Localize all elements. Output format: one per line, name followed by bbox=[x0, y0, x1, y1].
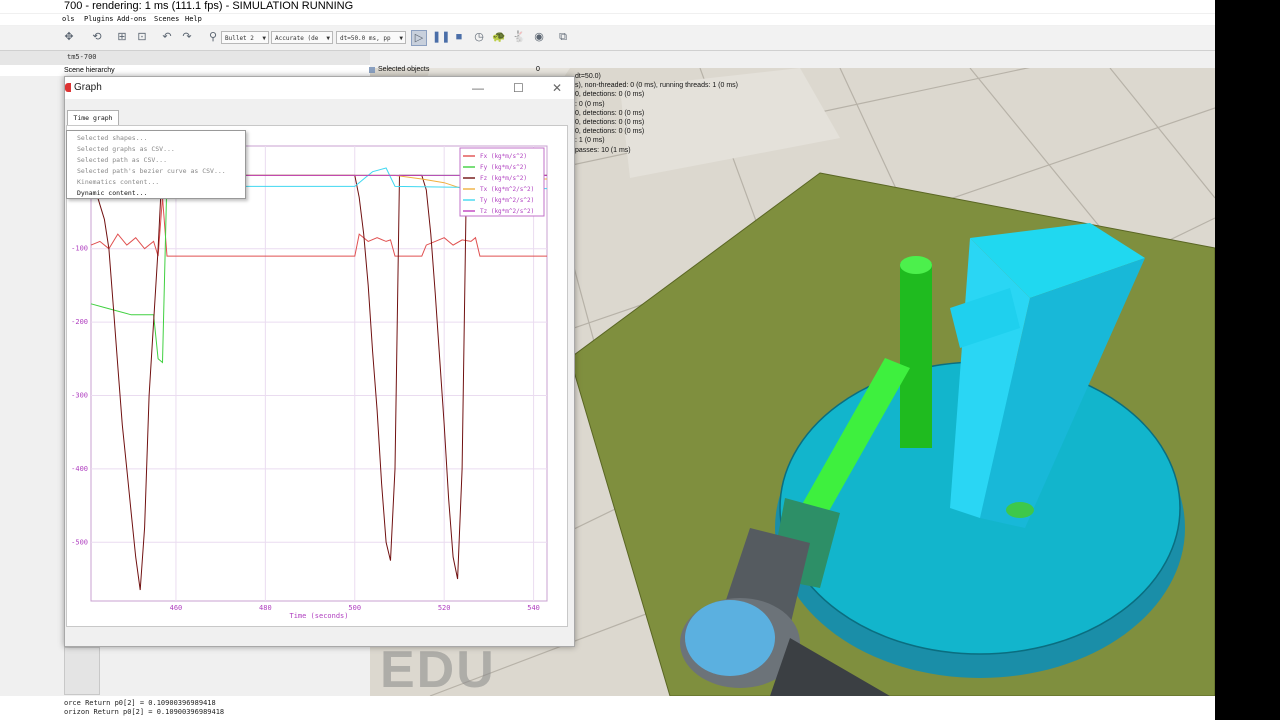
undo-icon[interactable]: ↶ bbox=[160, 30, 174, 44]
selected-objects-count: 0 bbox=[536, 66, 540, 73]
menu-item-bezier-csv[interactable]: Selected path's bezier curve as CSV... bbox=[77, 167, 226, 175]
menu-item-kinematics[interactable]: Kinematics content... bbox=[77, 178, 159, 186]
chevron-down-icon: ▼ bbox=[399, 35, 403, 42]
fast-icon[interactable]: 🐇 bbox=[512, 30, 526, 44]
close-icon[interactable]: ✕ bbox=[552, 80, 562, 96]
legend-entry: Fz (kg*m/s^2) bbox=[480, 175, 527, 182]
x-tick-label: 480 bbox=[259, 604, 272, 612]
sim-info-line: 0, detections: 0 (0 ms) bbox=[575, 109, 645, 117]
menu-scenes[interactable]: Scenes bbox=[154, 14, 179, 25]
export-context-menu: Selected shapes... Selected graphs as CS… bbox=[66, 130, 246, 199]
play-icon[interactable]: ▷ bbox=[411, 30, 427, 46]
app-logo-icon bbox=[65, 83, 71, 92]
sim-info-line: 0, detections: 0 (0 ms) bbox=[575, 119, 645, 127]
graph-window-title: Graph bbox=[74, 82, 102, 93]
x-tick-label: 500 bbox=[348, 604, 361, 612]
menu-tools[interactable]: ols bbox=[62, 14, 75, 25]
peg-base bbox=[1006, 502, 1034, 518]
minimize-icon[interactable]: — bbox=[472, 80, 484, 96]
realtime-icon[interactable]: ◷ bbox=[472, 30, 486, 44]
graph-panel: 4604805005205400-100-200-300-400-500Time… bbox=[66, 125, 568, 627]
console-line: orce Return p0[2] = 0.10900396989418 bbox=[64, 699, 216, 707]
scene-tab-row: tm5-700 bbox=[0, 51, 370, 65]
tab-time-graph[interactable]: Time graph bbox=[67, 110, 119, 126]
toolbar: ✥ ⟲ ⊞ ⊡ ↶ ↷ ⚲ Bullet 2 ▼ Accurate (de ▼ dt… bbox=[0, 26, 1215, 51]
status-console: orce Return p0[2] = 0.10900396989418 ori… bbox=[0, 696, 1215, 720]
legend-entry: Tz (kg*m^2/s^2) bbox=[480, 208, 534, 215]
time-graph-chart[interactable]: 4604805005205400-100-200-300-400-500Time… bbox=[67, 126, 567, 626]
menu-item-dynamic-content[interactable]: Dynamic content... bbox=[77, 189, 147, 197]
legend-entry: Ty (kg*m^2/s^2) bbox=[480, 197, 534, 204]
maximize-icon[interactable]: ☐ bbox=[513, 80, 524, 96]
timestep-value: dt=50.0 ms, pp bbox=[340, 35, 391, 42]
title-bar: 700 - rendering: 1 ms (111.1 fps) - SIMU… bbox=[0, 0, 1215, 13]
console-line: orizon Return p0[2] = 0.10900396989418 bbox=[64, 708, 225, 716]
edu-watermark: EDU bbox=[380, 641, 496, 699]
shift-icon[interactable]: ✥ bbox=[62, 30, 76, 44]
y-tick-label: -100 bbox=[71, 245, 88, 253]
graph-window-titlebar[interactable]: Graph — ☐ ✕ bbox=[65, 77, 574, 99]
timestep-select[interactable]: dt=50.0 ms, pp ▼ bbox=[336, 31, 406, 44]
visibility-icon[interactable]: ◉ bbox=[532, 30, 546, 44]
menu-item-graphs-csv[interactable]: Selected graphs as CSV... bbox=[77, 145, 175, 153]
selected-objects-icon bbox=[369, 67, 375, 73]
transfer-icon[interactable]: ⊡ bbox=[135, 30, 149, 44]
menu-plugins[interactable]: Plugins bbox=[84, 14, 114, 25]
sim-info-line: s), non-threaded: 0 (0 ms), running thre… bbox=[575, 82, 739, 90]
accuracy-value: Accurate (de bbox=[275, 35, 319, 42]
chevron-down-icon: ▼ bbox=[262, 35, 266, 42]
menu-item-selected-shapes[interactable]: Selected shapes... bbox=[77, 134, 147, 142]
rotate-icon[interactable]: ⟲ bbox=[90, 30, 104, 44]
slow-icon[interactable]: 🐢 bbox=[492, 30, 506, 44]
engine-select[interactable]: Bullet 2 ▼ bbox=[221, 31, 269, 44]
menu-bar: ols Plugins Add-ons Scenes Help bbox=[0, 14, 1215, 25]
legend-entry: Fx (kg*m/s^2) bbox=[480, 153, 527, 160]
robot-joint-cap bbox=[685, 600, 775, 676]
scene-tab[interactable]: tm5-700 bbox=[67, 53, 97, 61]
sim-info-line: : 1 (0 ms) bbox=[575, 137, 605, 145]
selected-objects-label: Selected objects bbox=[378, 66, 430, 73]
scene-hierarchy-label: Scene hierarchy bbox=[64, 67, 115, 74]
pin-icon[interactable]: ⚲ bbox=[206, 30, 220, 44]
threaded-render-icon[interactable]: ⧉ bbox=[556, 30, 570, 44]
menu-addons[interactable]: Add-ons bbox=[117, 14, 147, 25]
assemble-icon[interactable]: ⊞ bbox=[115, 30, 129, 44]
x-tick-label: 540 bbox=[527, 604, 540, 612]
y-tick-label: -200 bbox=[71, 318, 88, 326]
stop-icon[interactable]: ■ bbox=[452, 30, 466, 44]
redo-icon[interactable]: ↷ bbox=[180, 30, 194, 44]
menu-help[interactable]: Help bbox=[185, 14, 202, 25]
x-tick-label: 520 bbox=[438, 604, 451, 612]
sim-info-line: dt=50.0) bbox=[575, 73, 601, 80]
green-pillar bbox=[900, 263, 932, 448]
accuracy-select[interactable]: Accurate (de ▼ bbox=[271, 31, 333, 44]
sim-info-line: 0, detections: 0 (0 ms) bbox=[575, 128, 645, 136]
sim-info-line: passes: 10 (1 ms) bbox=[575, 146, 631, 154]
app-window: 700 - rendering: 1 ms (111.1 fps) - SIMU… bbox=[0, 0, 1215, 720]
y-tick-label: -300 bbox=[71, 392, 88, 400]
x-axis-label: Time (seconds) bbox=[289, 612, 348, 620]
engine-value: Bullet 2 bbox=[225, 35, 254, 42]
legend-entry: Tx (kg*m^2/s^2) bbox=[480, 186, 534, 193]
scene-hierarchy-header: Scene hierarchy bbox=[0, 65, 370, 76]
y-tick-label: -400 bbox=[71, 465, 88, 473]
menu-item-path-csv[interactable]: Selected path as CSV... bbox=[77, 156, 167, 164]
green-pillar-top bbox=[900, 256, 932, 274]
y-tick-label: -500 bbox=[71, 538, 88, 546]
pause-icon[interactable]: ❚❚ bbox=[432, 30, 450, 44]
left-panel-stub bbox=[64, 647, 100, 695]
window-title: 700 - rendering: 1 ms (111.1 fps) - SIMU… bbox=[64, 0, 354, 12]
sim-info-line: 0, detections: 0 (0 ms) bbox=[575, 91, 645, 99]
sim-info-line: : 0 (0 ms) bbox=[575, 100, 605, 108]
chevron-down-icon: ▼ bbox=[326, 35, 330, 42]
legend-entry: Fy (kg*m/s^2) bbox=[480, 164, 527, 171]
simulation-info-overlay: dt=50.0) s), non-threaded: 0 (0 ms), runn… bbox=[575, 72, 738, 155]
x-tick-label: 460 bbox=[170, 604, 183, 612]
